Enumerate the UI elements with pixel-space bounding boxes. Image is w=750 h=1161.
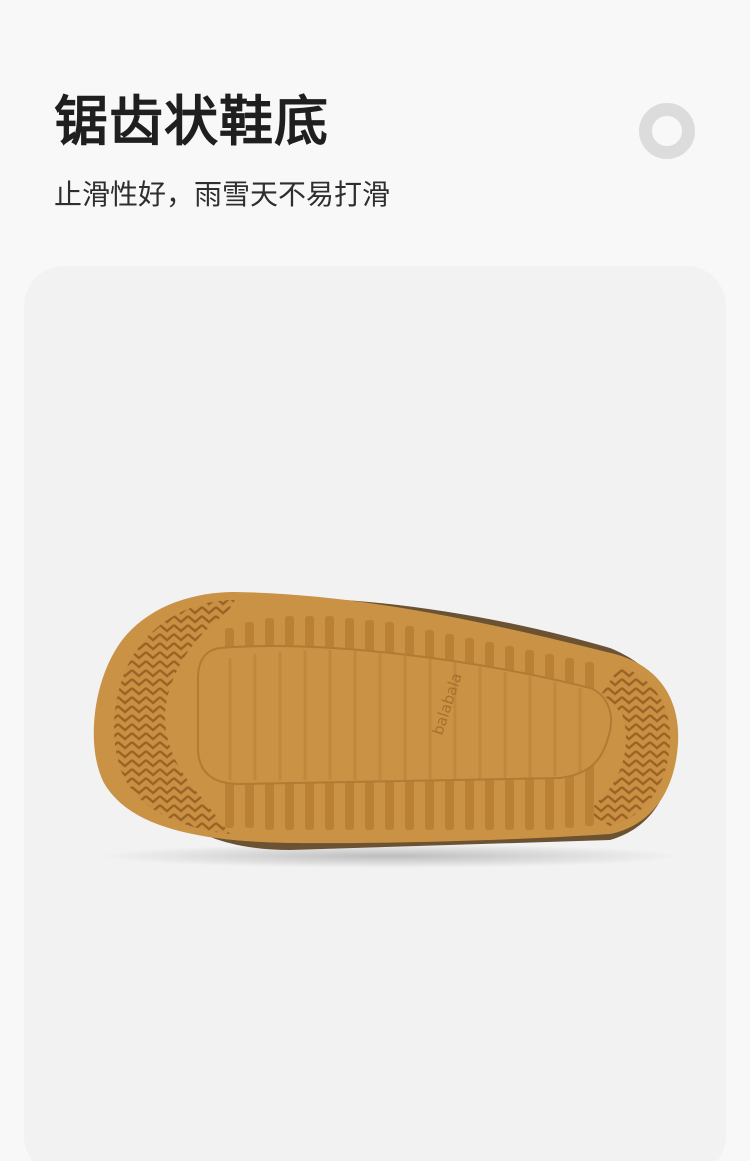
product-detail-page: 锯齿状鞋底 止滑性好，雨雪天不易打滑 balabala [0,0,750,1161]
product-image-panel: balabala [24,266,726,1161]
feature-subtitle: 止滑性好，雨雪天不易打滑 [54,178,391,211]
ring-icon [639,103,695,159]
shoe-sole-image: balabala [93,592,680,868]
feature-title: 锯齿状鞋底 [54,90,329,153]
